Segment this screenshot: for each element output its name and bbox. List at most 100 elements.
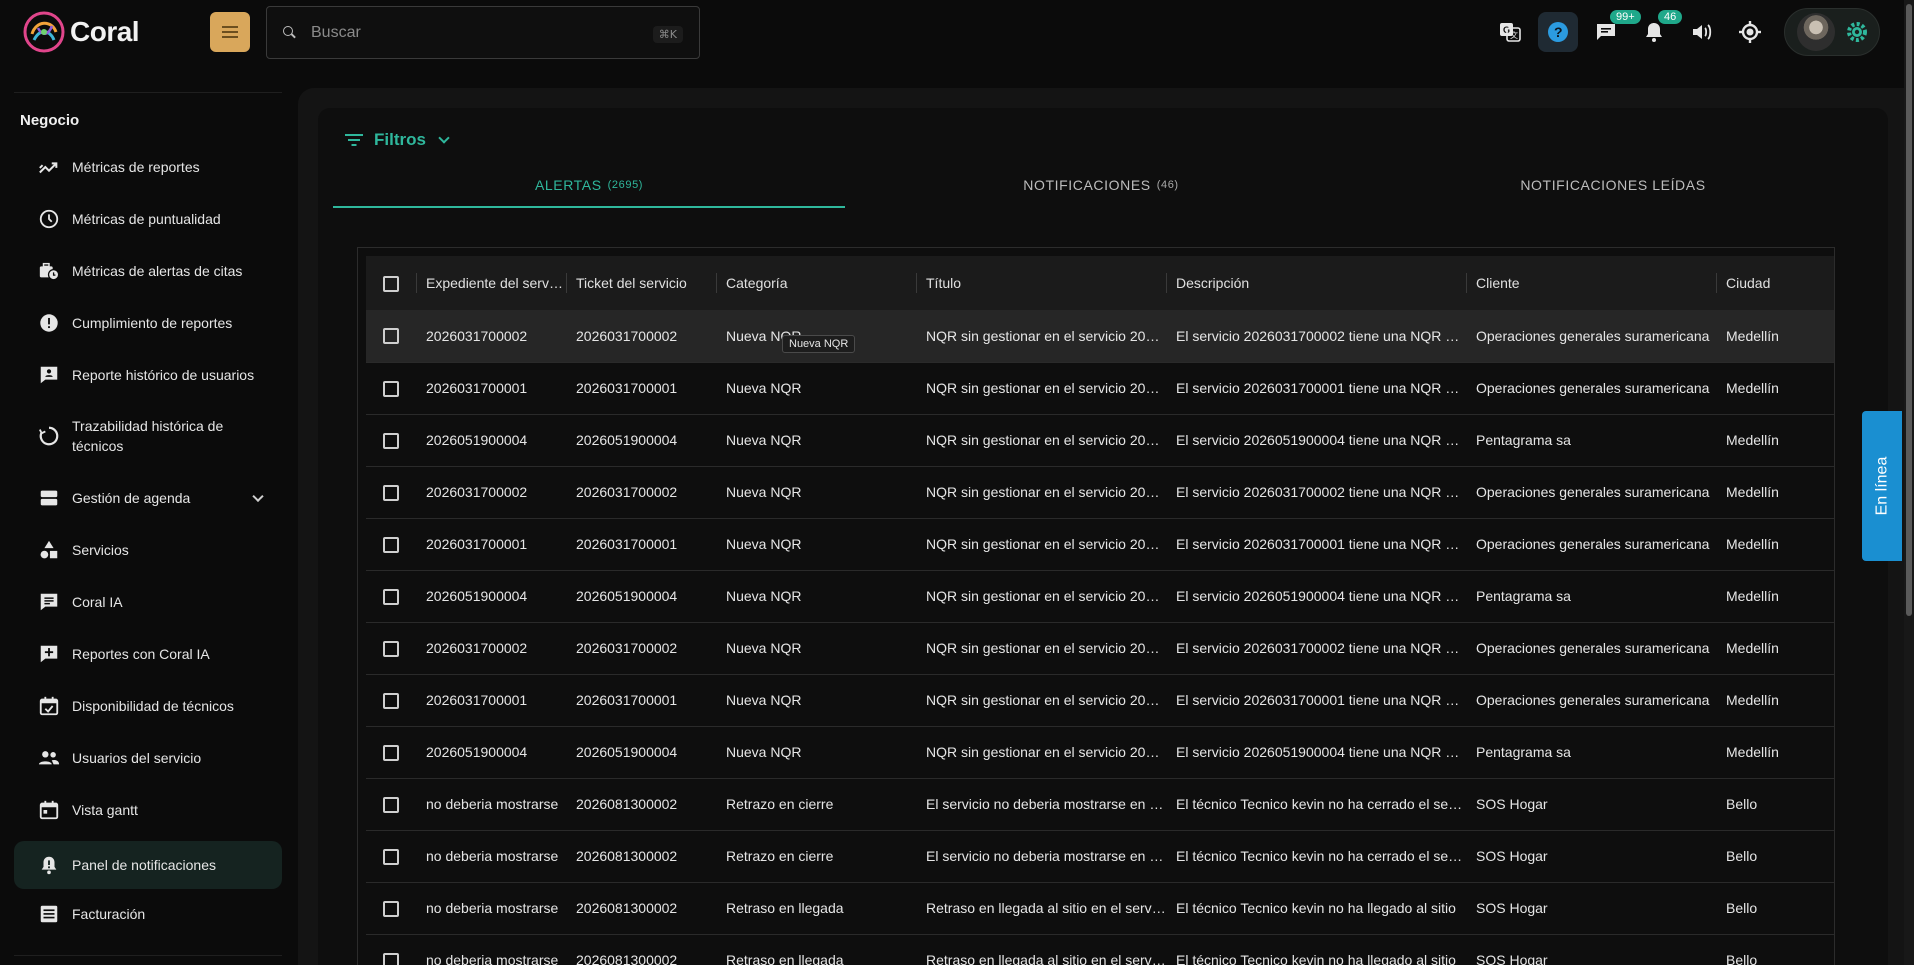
sidebar-item-coral-ia[interactable]: Coral IA xyxy=(14,581,282,623)
table-row[interactable]: no deberia mostrarse 2026081300002 Retrazo… xyxy=(366,830,1834,882)
table-row[interactable]: 2026031700001 2026031700001 Nueva NQR NQR s… xyxy=(366,518,1834,570)
sidebar-item-panel-notificaciones[interactable]: Panel de notificaciones xyxy=(14,841,282,889)
theme-toggle-button[interactable] xyxy=(1730,12,1770,52)
row-select-cell xyxy=(366,830,416,882)
table-cell: Operaciones generales suramericana xyxy=(1476,380,1710,396)
table-cell: 2026031700001 xyxy=(426,536,528,552)
row-checkbox[interactable] xyxy=(383,744,399,761)
row-checkbox[interactable] xyxy=(383,588,399,605)
row-checkbox[interactable] xyxy=(383,952,399,965)
table-cell: SOS Hogar xyxy=(1476,900,1548,916)
row-checkbox[interactable] xyxy=(383,900,399,917)
tab-alertas[interactable]: ALERTAS (2695) xyxy=(333,162,845,208)
row-checkbox[interactable] xyxy=(383,380,399,397)
search-box[interactable]: ⌘K xyxy=(266,6,700,59)
chat-button[interactable]: 99+ xyxy=(1586,10,1641,52)
shapes-icon xyxy=(40,540,58,559)
table-cell: Nueva NQR xyxy=(726,536,802,552)
table-cell: 2026031700001 xyxy=(426,692,528,708)
table-row[interactable]: 2026051900004 2026051900004 Nueva NQR NQR s… xyxy=(366,726,1834,778)
filter-icon xyxy=(345,134,363,146)
chat-plus-icon xyxy=(40,645,58,663)
table-row[interactable]: no deberia mostrarse 2026081300002 Retraso… xyxy=(366,934,1834,965)
search-input[interactable] xyxy=(311,23,641,42)
sidebar-item-label: Métricas de reportes xyxy=(72,159,200,175)
table-cell: no deberia mostrarse xyxy=(426,952,559,965)
online-status-tab[interactable]: En línea xyxy=(1862,411,1902,561)
sidebar-item-label: Reporte histórico de usuarios xyxy=(72,367,255,383)
table-cell: Operaciones generales suramericana xyxy=(1476,692,1710,708)
translate-button[interactable]: G文 xyxy=(1490,12,1530,52)
table-cell: 2026031700001 xyxy=(576,692,678,708)
table-row[interactable]: 2026031700001 2026031700001 Nueva NQR NQR s… xyxy=(366,362,1834,414)
table-cell: El servicio 2026031700002 tiene una NQR … xyxy=(1176,327,1466,344)
table-row[interactable]: 2026031700001 2026031700001 Nueva NQR NQR s… xyxy=(366,674,1834,726)
column-header[interactable]: Categoría xyxy=(716,256,916,310)
table-cell: Retraso en llegada al sitio en el servic… xyxy=(926,900,1166,916)
tab-notificaciones-leidas[interactable]: NOTIFICACIONES LEÍDAS xyxy=(1357,162,1869,208)
gear-icon[interactable] xyxy=(1845,20,1869,44)
app-logo[interactable]: Coral xyxy=(22,10,140,54)
profile-menu[interactable] xyxy=(1784,8,1880,56)
table-cell: Nueva NQR xyxy=(726,744,802,760)
notifications-button[interactable]: 46 xyxy=(1634,10,1683,52)
sidebar-item-facturacion[interactable]: Facturación xyxy=(14,893,282,935)
table-cell: El servicio 2026031700002 tiene una NQR … xyxy=(1176,640,1466,656)
avatar[interactable] xyxy=(1797,13,1835,51)
menu-toggle-button[interactable] xyxy=(210,12,250,52)
sidebar-item-disponibilidad[interactable]: Disponibilidad de técnicos xyxy=(14,685,282,727)
column-header[interactable]: Ciudad xyxy=(1716,256,1834,310)
filters-toggle[interactable]: Filtros xyxy=(344,128,450,152)
row-checkbox[interactable] xyxy=(383,484,399,501)
column-header[interactable]: Descripción xyxy=(1166,256,1466,310)
table-row[interactable]: 2026031700002 2026031700002 Nueva NQR NQR s… xyxy=(366,466,1834,518)
brightness-icon xyxy=(1739,21,1761,43)
table-cell: Pentagrama sa xyxy=(1476,744,1571,760)
calendar-check-icon xyxy=(39,696,59,716)
table-row[interactable]: 2026051900004 2026051900004 Nueva NQR NQR s… xyxy=(366,570,1834,622)
sidebar-item-trazabilidad[interactable]: Trazabilidad histórica de técnicos xyxy=(14,406,282,466)
volume-button[interactable] xyxy=(1682,12,1722,52)
top-bar: Coral ⌘K G文 ? 99+ 46 xyxy=(0,0,1914,64)
column-header[interactable]: Ticket del servicio xyxy=(566,256,716,310)
table-cell: no deberia mostrarse xyxy=(426,796,559,812)
tab-label: ALERTAS xyxy=(534,177,602,193)
scrollbar-thumb[interactable] xyxy=(1906,4,1912,616)
sidebar-item-usuarios[interactable]: Usuarios del servicio xyxy=(14,737,282,779)
sidebar-item-metricas-reportes[interactable]: Métricas de reportes xyxy=(14,146,282,188)
row-checkbox[interactable] xyxy=(383,848,399,865)
sidebar-item-metricas-puntualidad[interactable]: Métricas de puntualidad xyxy=(14,198,282,240)
row-checkbox[interactable] xyxy=(383,328,399,345)
tab-notificaciones[interactable]: NOTIFICACIONES (46) xyxy=(845,162,1357,208)
help-button[interactable]: ? xyxy=(1538,12,1578,52)
sidebar-item-reporte-historico[interactable]: Reporte histórico de usuarios xyxy=(14,354,282,396)
row-checkbox[interactable] xyxy=(383,692,399,709)
table-cell: NQR sin gestionar en el servicio 2026031… xyxy=(926,327,1166,344)
row-checkbox[interactable] xyxy=(383,432,399,449)
table-row[interactable]: no deberia mostrarse 2026081300002 Retraso… xyxy=(366,882,1834,934)
row-checkbox[interactable] xyxy=(383,536,399,553)
table-row[interactable]: 2026031700002 2026031700002 Nueva NQR NQR s… xyxy=(366,310,1834,362)
column-header[interactable]: Cliente xyxy=(1466,256,1716,310)
sidebar-item-cumplimiento[interactable]: Cumplimiento de reportes xyxy=(14,302,282,344)
sidebar-item-servicios[interactable]: Servicios xyxy=(14,529,282,571)
row-checkbox[interactable] xyxy=(383,796,399,813)
table-cell: 2026051900004 xyxy=(576,588,678,604)
select-all-checkbox[interactable] xyxy=(383,275,399,292)
table-cell: Pentagrama sa xyxy=(1476,588,1571,604)
sidebar-item-gestion-agenda[interactable]: Gestión de agenda xyxy=(14,477,282,519)
column-header[interactable]: Título xyxy=(916,256,1166,310)
sidebar-item-reportes-coral-ia[interactable]: Reportes con Coral IA xyxy=(14,633,282,675)
row-checkbox[interactable] xyxy=(383,640,399,657)
table-row[interactable]: 2026031700002 2026031700002 Nueva NQR NQR s… xyxy=(366,622,1834,674)
sidebar-section-title: Negocio xyxy=(20,112,80,129)
table-cell: 2026051900004 xyxy=(426,744,528,760)
alert-circle-icon xyxy=(40,314,58,332)
sidebar-item-metricas-alertas[interactable]: Métricas de alertas de citas xyxy=(14,250,282,292)
table-row[interactable]: no deberia mostrarse 2026081300002 Retrazo… xyxy=(366,778,1834,830)
chat-bubble-icon xyxy=(40,593,58,611)
table-cell: Nueva NQR xyxy=(726,640,802,656)
column-header[interactable]: Expediente del servicio xyxy=(416,256,566,310)
sidebar-item-vista-gantt[interactable]: Vista gantt xyxy=(14,789,282,831)
table-row[interactable]: 2026051900004 2026051900004 Nueva NQR NQR s… xyxy=(366,414,1834,466)
